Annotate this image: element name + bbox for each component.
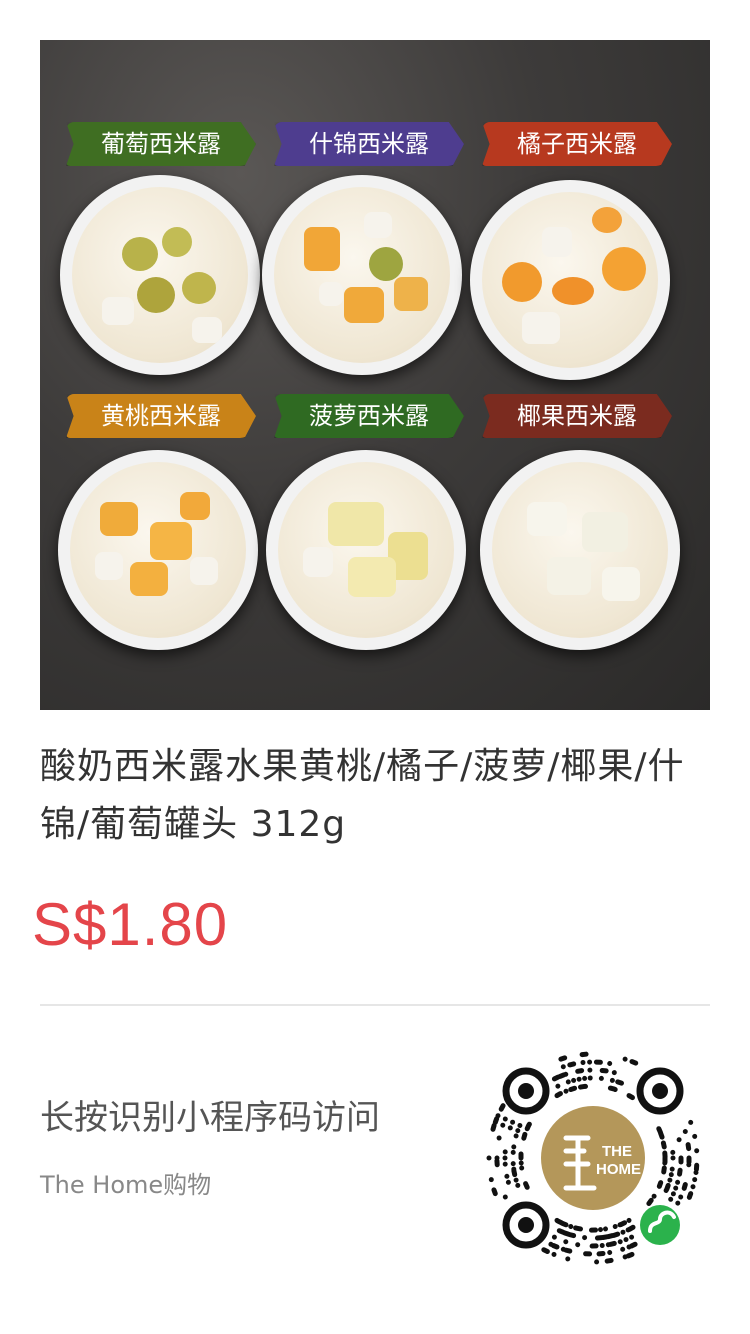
label-mixed: 什锦西米露 bbox=[274, 122, 464, 166]
qr-pattern-icon: THE HOME bbox=[481, 1046, 705, 1270]
mini-program-qr-code[interactable]: THE HOME bbox=[478, 1043, 708, 1273]
qr-logo-line1: THE bbox=[602, 1143, 632, 1160]
qr-instruction: 长按识别小程序码访问 bbox=[40, 1098, 380, 1138]
label-mandarin: 橘子西米露 bbox=[482, 122, 672, 166]
divider bbox=[40, 1004, 710, 1006]
label-pineapple: 菠萝西米露 bbox=[274, 394, 464, 438]
shop-name: The Home购物 bbox=[40, 1171, 212, 1199]
coconut-cup bbox=[480, 450, 680, 650]
grape-cup bbox=[60, 175, 260, 375]
label-grape: 葡萄西米露 bbox=[66, 122, 256, 166]
qr-logo-line2: HOME bbox=[596, 1161, 641, 1178]
mixed-cup bbox=[262, 175, 462, 375]
yellow-peach-cup bbox=[58, 450, 258, 650]
label-coconut: 椰果西米露 bbox=[482, 394, 672, 438]
product-price: S$1.80 bbox=[32, 891, 229, 958]
mandarin-cup bbox=[470, 180, 670, 380]
label-yellow-peach: 黄桃西米露 bbox=[66, 394, 256, 438]
product-title: 酸奶西米露水果黄桃/橘子/菠萝/椰果/什锦/葡萄罐头 312g bbox=[40, 746, 685, 845]
pineapple-cup bbox=[266, 450, 466, 650]
product-image: 葡萄西米露 什锦西米露 橘子西米露 黄桃西米露 菠萝西米露 椰果西米露 bbox=[40, 40, 710, 710]
